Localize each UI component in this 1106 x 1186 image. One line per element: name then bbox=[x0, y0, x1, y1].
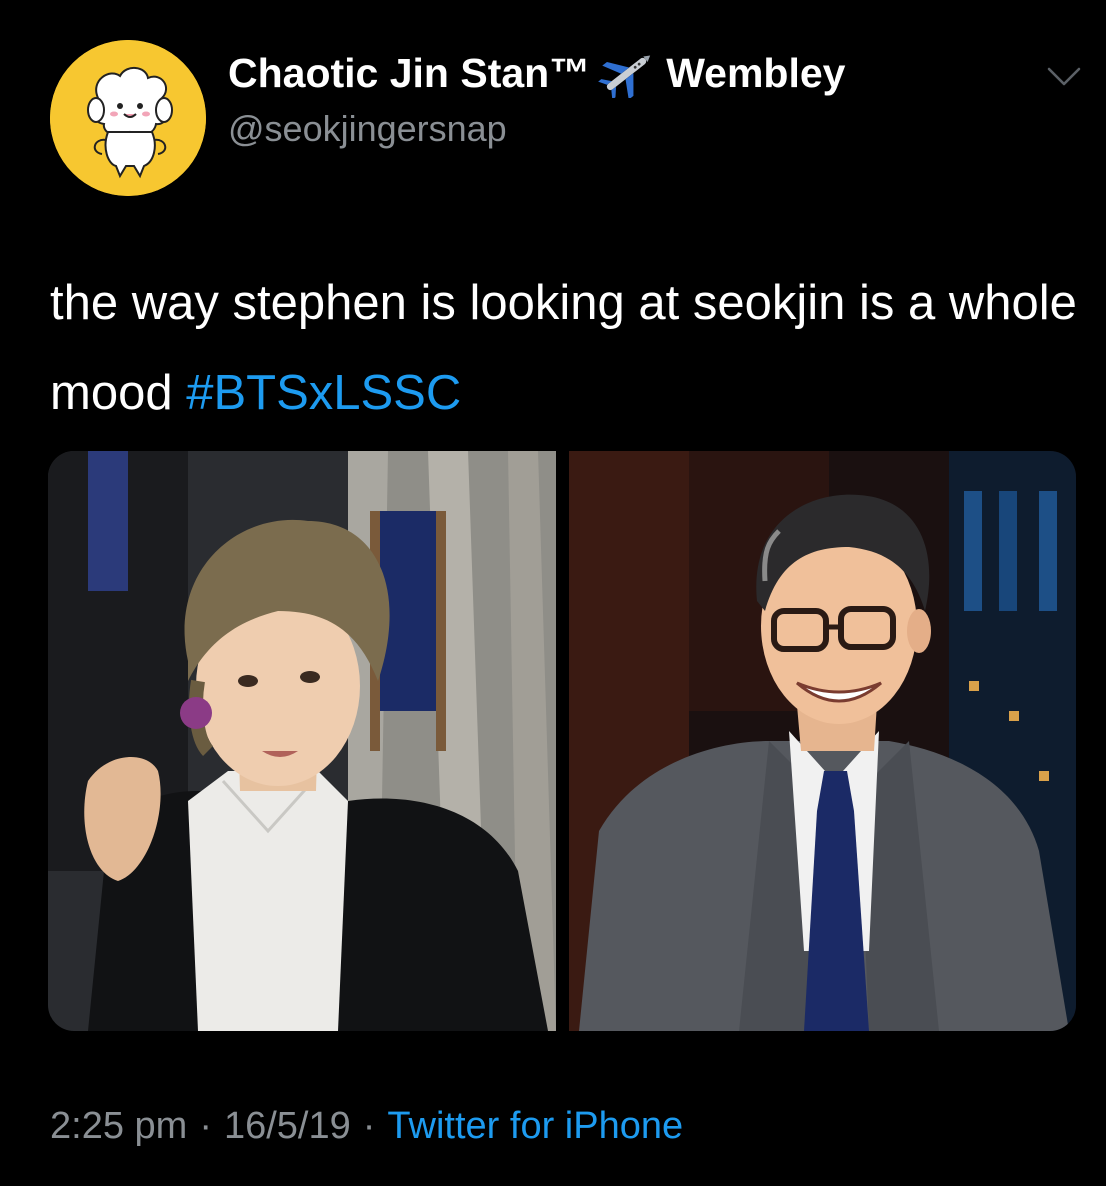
tweet-text: the way stephen is looking at seokjin is… bbox=[50, 258, 1080, 438]
tweet-source-link[interactable]: Twitter for iPhone bbox=[387, 1105, 683, 1147]
chevron-down-icon[interactable] bbox=[1046, 64, 1082, 90]
avatar[interactable] bbox=[50, 40, 206, 196]
tweet-date[interactable]: 16/5/19 bbox=[224, 1105, 351, 1147]
airplane-icon bbox=[596, 48, 658, 100]
tweet-time[interactable]: 2:25 pm bbox=[50, 1105, 187, 1147]
hashtag-link[interactable]: #BTSxLSSC bbox=[186, 366, 461, 420]
media-image-left bbox=[48, 451, 556, 1031]
media-image-right bbox=[569, 451, 1076, 1031]
location-text: Wembley bbox=[666, 49, 846, 96]
separator-dot: · bbox=[199, 1105, 212, 1147]
separator-dot: · bbox=[362, 1105, 376, 1147]
tweet-media[interactable] bbox=[48, 451, 1076, 1031]
sheep-cartoon-avatar-icon bbox=[50, 40, 206, 196]
tweet: Chaotic Jin Stan™ Wembley @seokjingersna… bbox=[0, 0, 1106, 1186]
tweet-meta: 2:25 pm · 16/5/19 · Twitter for iPhone bbox=[50, 1105, 683, 1148]
user-handle[interactable]: @seokjingersnap bbox=[228, 108, 507, 150]
display-name[interactable]: Chaotic Jin Stan™ Wembley bbox=[228, 48, 846, 100]
display-name-text: Chaotic Jin Stan™ bbox=[228, 49, 591, 96]
